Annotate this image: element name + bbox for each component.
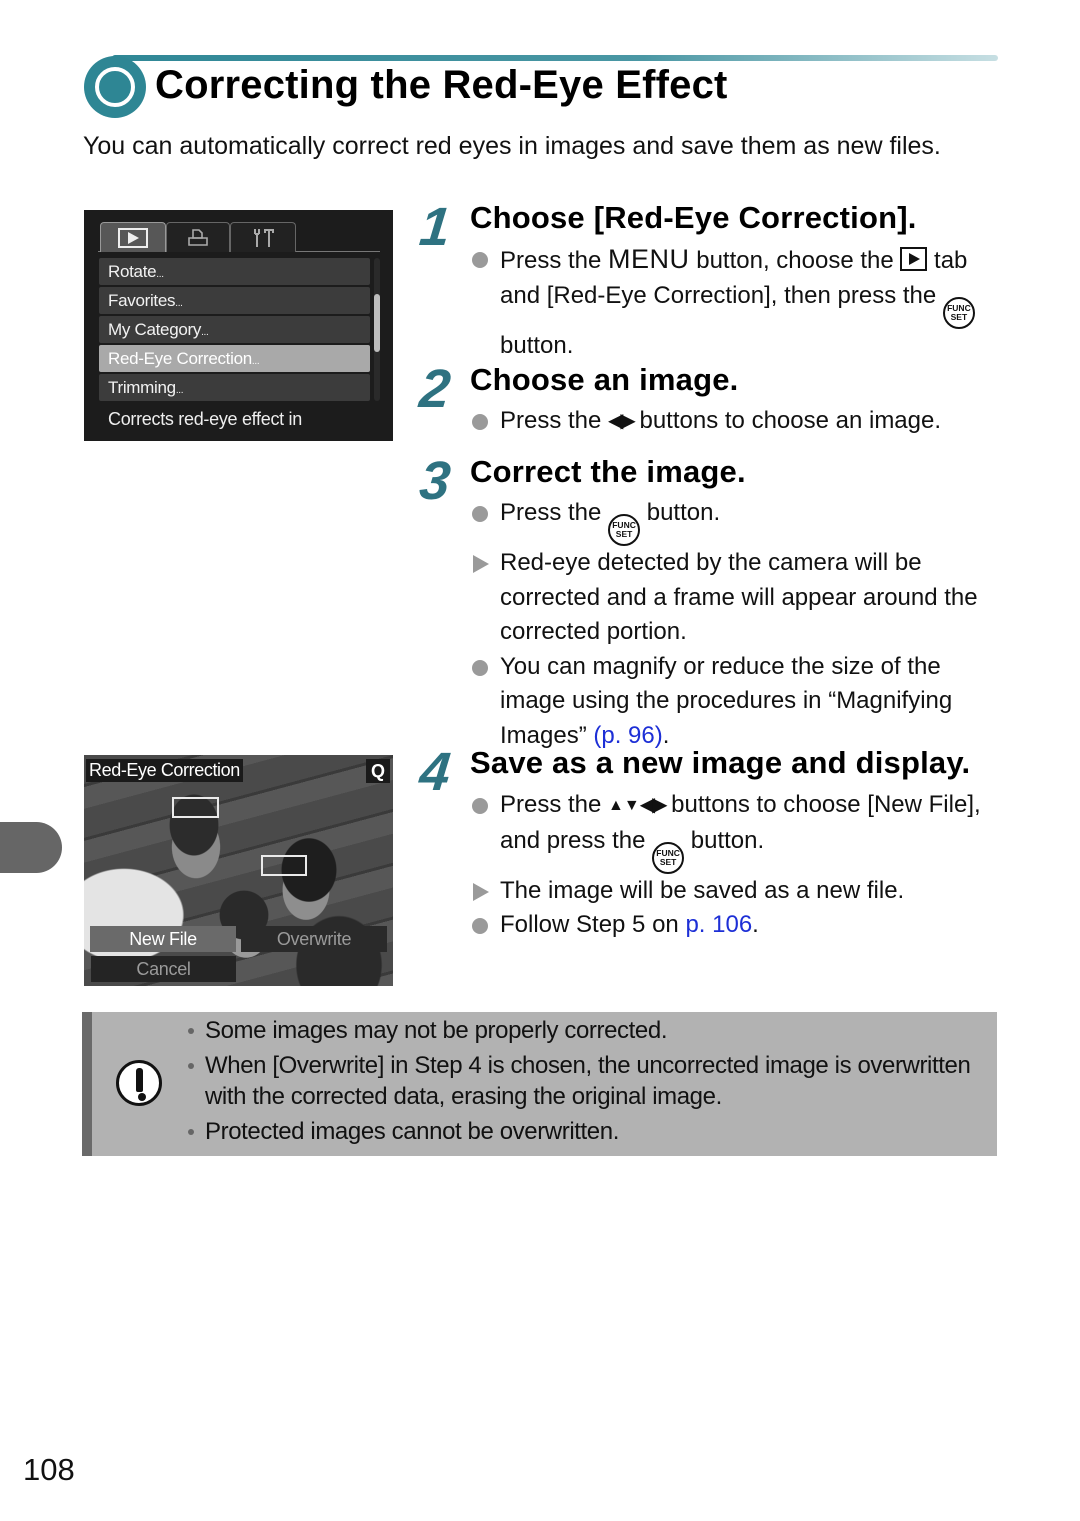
chapter-side-tab bbox=[0, 822, 62, 873]
camera-menu-hint: Corrects red-eye effect in bbox=[108, 409, 302, 429]
playback-tab bbox=[100, 222, 166, 252]
menu-button-label: MENU bbox=[608, 244, 690, 274]
menu-item-my-category: My Category... bbox=[99, 316, 370, 343]
step-number: 3 bbox=[416, 451, 454, 511]
playback-tab-icon bbox=[900, 247, 928, 271]
camera-menu-tabs bbox=[98, 222, 380, 252]
camera-menu-list: Rotate... Favorites... My Category... Re… bbox=[99, 258, 370, 403]
playback-tab-icon bbox=[118, 227, 148, 248]
scrollbar-thumb bbox=[374, 294, 380, 352]
bullet-action: Follow Step 5 on p. 106. bbox=[470, 908, 1000, 943]
left-right-arrows-icon: ◀▶ bbox=[608, 410, 636, 432]
title-rule bbox=[112, 55, 998, 61]
bullet-action: You can magnify or reduce the size of th… bbox=[470, 650, 1000, 754]
overwrite-option: Overwrite bbox=[241, 926, 387, 952]
caution-item: When [Overwrite] in Step 4 is chosen, th… bbox=[185, 1050, 985, 1112]
func-set-button-icon: FUNC SET bbox=[608, 514, 641, 546]
print-tab-icon bbox=[188, 228, 208, 246]
menu-item-red-eye-correction: Red-Eye Correction... bbox=[99, 345, 370, 372]
bullet-action: Press the ◀▶ buttons to choose an image. bbox=[470, 404, 1000, 439]
new-file-option: New File bbox=[90, 926, 236, 952]
step-body: Press the ◀▶ buttons to choose an image. bbox=[470, 404, 1000, 439]
bullet-action: Press the MENU button, choose the tab an… bbox=[470, 242, 1000, 363]
bullet-action: Press the FUNC SET button. bbox=[470, 496, 1000, 546]
camera-menu-scrollbar bbox=[374, 258, 380, 401]
left-right-arrows-icon: ◀▶ bbox=[639, 794, 668, 816]
bullet-action: Press the ▲▼◀▶ buttons to choose [New Fi… bbox=[470, 788, 1000, 874]
save-options: New File Overwrite Cancel bbox=[84, 923, 393, 986]
cancel-option: Cancel bbox=[91, 956, 236, 982]
step-title: Choose an image. bbox=[470, 362, 739, 397]
func-set-button-icon: FUNC SET bbox=[942, 296, 975, 329]
result-arrow-icon bbox=[473, 882, 489, 901]
bullet-dot-icon bbox=[472, 918, 488, 934]
bullet-result: Red-eye detected by the camera will be c… bbox=[470, 546, 1000, 650]
red-eye-frame bbox=[261, 855, 307, 876]
intro-text: You can automatically correct red eyes i… bbox=[83, 132, 941, 160]
bullet-dot-icon bbox=[472, 506, 488, 522]
caution-list: Some images may not be properly correcte… bbox=[185, 1015, 985, 1147]
page-link-106[interactable]: p. 106 bbox=[685, 911, 752, 938]
bullet-result: The image will be saved as a new file. bbox=[470, 874, 1000, 909]
caution-exclamation-icon bbox=[116, 1060, 162, 1106]
bullet-dot-icon bbox=[472, 798, 488, 814]
caution-box: Some images may not be properly correcte… bbox=[82, 1012, 997, 1156]
menu-item-rotate: Rotate... bbox=[99, 258, 370, 285]
page-title: Correcting the Red-Eye Effect bbox=[155, 63, 728, 107]
step-title: Save as a new image and display. bbox=[470, 745, 971, 780]
step-number: 2 bbox=[416, 359, 454, 419]
up-down-arrows-icon: ▲▼ bbox=[608, 797, 640, 814]
screen-title: Red-Eye Correction bbox=[86, 759, 243, 782]
camera-menu-screenshot: Rotate... Favorites... My Category... Re… bbox=[84, 210, 393, 441]
bullet-dot-icon bbox=[472, 659, 488, 676]
menu-item-trimming: Trimming... bbox=[99, 374, 370, 401]
bullet-dot-icon bbox=[472, 252, 488, 268]
bullet-dot-icon bbox=[472, 414, 488, 430]
red-eye-frame bbox=[172, 797, 219, 818]
step-number: 1 bbox=[416, 197, 454, 257]
step-body: Press the MENU button, choose the tab an… bbox=[470, 242, 1000, 363]
step-body: Press the FUNC SET button. Red-eye detect… bbox=[470, 496, 1000, 753]
step-title: Correct the image. bbox=[470, 454, 746, 489]
settings-tab bbox=[230, 222, 296, 252]
caution-item: Some images may not be properly correcte… bbox=[185, 1015, 985, 1046]
section-ring-icon bbox=[84, 56, 146, 118]
step-title: Choose [Red-Eye Correction]. bbox=[470, 200, 917, 235]
func-set-button-icon: FUNC SET bbox=[652, 841, 685, 874]
settings-tools-tab-icon bbox=[254, 228, 274, 247]
step-number: 4 bbox=[416, 742, 454, 802]
caution-item: Protected images cannot be overwritten. bbox=[185, 1116, 985, 1147]
menu-item-favorites: Favorites... bbox=[99, 287, 370, 314]
page-number: 108 bbox=[23, 1452, 75, 1487]
step-body: Press the ▲▼◀▶ buttons to choose [New Fi… bbox=[470, 788, 1000, 943]
magnify-icon: Q bbox=[366, 759, 390, 783]
print-tab bbox=[166, 222, 230, 252]
result-arrow-icon bbox=[473, 555, 489, 573]
camera-red-eye-screenshot: Red-Eye Correction Q New File Overwrite … bbox=[84, 755, 393, 986]
